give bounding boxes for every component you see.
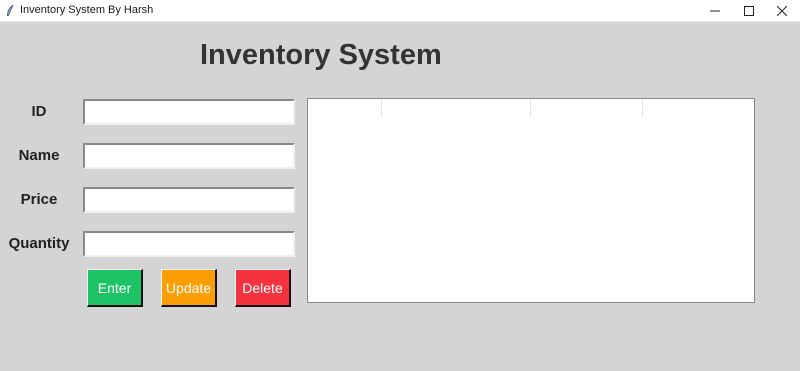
name-field[interactable] [83,143,295,169]
page-title: Inventory System [200,39,442,71]
column-header-4[interactable] [643,99,754,117]
update-button[interactable]: Update [161,269,217,307]
close-button[interactable] [764,0,800,22]
feather-icon [7,4,14,17]
id-field[interactable] [83,99,295,125]
window-title: Inventory System By Harsh [20,4,154,16]
minimize-icon [710,10,720,12]
maximize-icon [744,6,754,16]
price-field[interactable] [83,187,295,213]
close-icon [777,6,787,16]
id-label: ID [31,103,47,120]
inventory-table[interactable] [307,98,755,303]
window-titlebar[interactable]: Inventory System By Harsh [0,0,800,22]
column-header-1[interactable] [308,99,382,117]
name-label: Name [18,147,60,164]
enter-button[interactable]: Enter [87,269,143,307]
quantity-label: Quantity [8,235,70,252]
column-header-2[interactable] [382,99,531,117]
maximize-button[interactable] [731,0,767,22]
column-header-3[interactable] [531,99,643,117]
delete-button[interactable]: Delete [235,269,291,307]
minimize-button[interactable] [697,0,733,22]
quantity-field[interactable] [83,231,295,257]
price-label: Price [20,191,58,208]
table-header [308,99,754,117]
